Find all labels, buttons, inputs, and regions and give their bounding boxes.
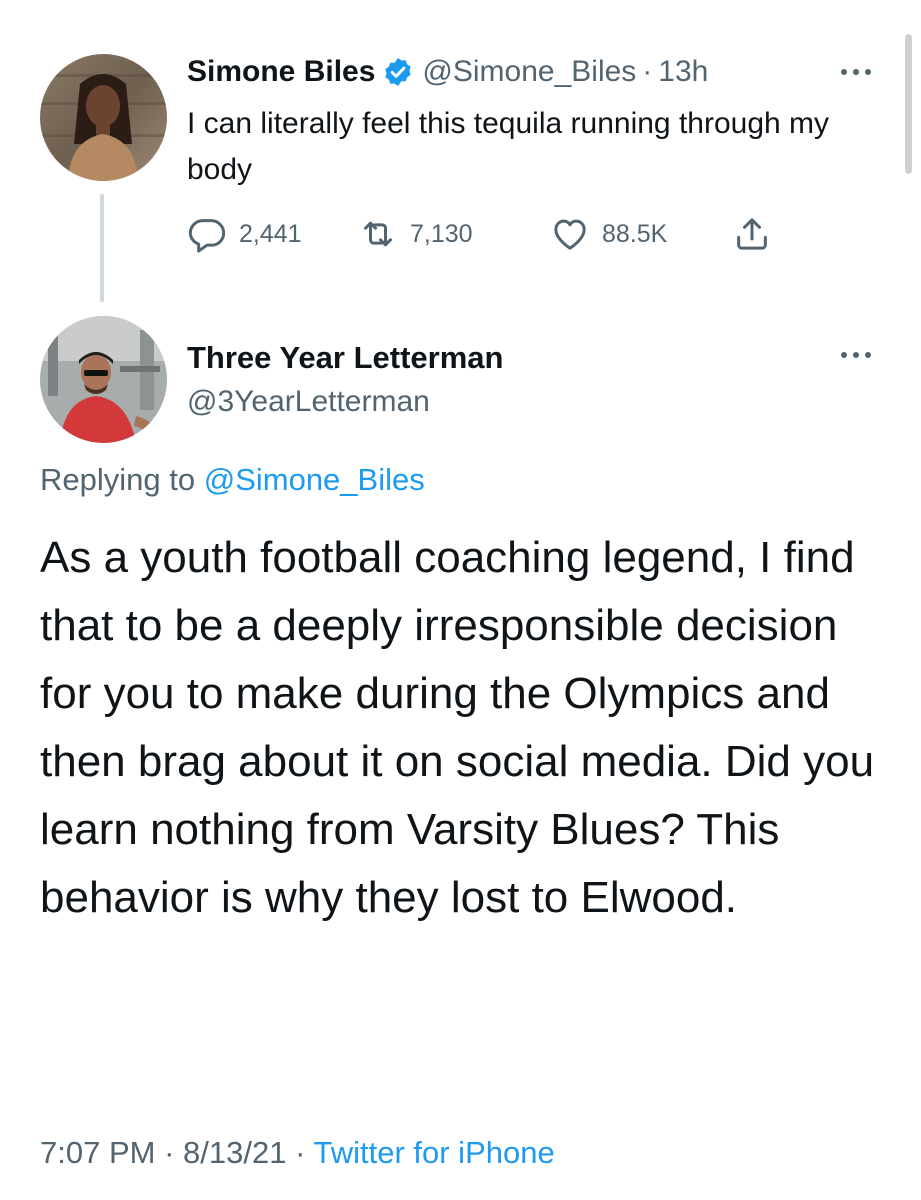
reply-author-handle[interactable]: @3YearLetterman — [187, 380, 430, 424]
like-count: 88.5K — [602, 219, 668, 248]
replying-to-line: Replying to @Simone_Biles — [40, 457, 425, 503]
share-icon — [737, 218, 767, 250]
replying-to-label: Replying to — [40, 462, 196, 497]
like-button[interactable]: 88.5K — [550, 212, 667, 256]
replying-to-handle-link[interactable]: @Simone_Biles — [204, 462, 425, 497]
retweet-icon — [364, 221, 392, 247]
tweet-footer-meta: 7:07 PM · 8/13/21 · Twitter for iPhone — [40, 1130, 555, 1176]
verified-badge-icon — [382, 56, 414, 88]
reply-tweet-text: As a youth football coaching legend, I f… — [40, 533, 875, 922]
tweet-actions-bar: 2,441 7,130 88.5K — [187, 212, 807, 256]
tweet-time[interactable]: 7:07 PM — [40, 1135, 155, 1170]
parent-tweet-text: I can literally feel this tequila runnin… — [187, 107, 830, 186]
footer-separator: · — [164, 1135, 175, 1170]
tweet-source-link[interactable]: Twitter for iPhone — [313, 1135, 554, 1170]
header-separator: · — [642, 55, 653, 88]
retweet-button[interactable]: 7,130 — [358, 212, 473, 256]
retweet-count: 7,130 — [410, 219, 473, 248]
scrollbar[interactable] — [905, 34, 912, 174]
footer-separator: · — [295, 1135, 306, 1170]
reply-count: 2,441 — [239, 219, 302, 248]
more-options-icon[interactable] — [836, 345, 876, 365]
reply-icon — [188, 219, 226, 253]
parent-author-name[interactable]: Simone Biles — [187, 50, 375, 94]
parent-tweet-header: Simone Biles @Simone_Biles · 13h — [187, 50, 708, 94]
heart-icon — [554, 219, 586, 250]
thread-connector-line — [100, 194, 104, 302]
more-options-icon[interactable] — [836, 62, 876, 82]
tweet-date[interactable]: 8/13/21 — [183, 1135, 286, 1170]
parent-handle[interactable]: @Simone_Biles — [422, 50, 636, 94]
avatar-photo-letterman — [40, 316, 167, 443]
simone-biles-avatar[interactable] — [40, 54, 167, 181]
reply-author-name[interactable]: Three Year Letterman — [187, 336, 503, 380]
share-button[interactable] — [732, 212, 772, 256]
three-year-letterman-avatar[interactable] — [40, 316, 167, 443]
avatar-photo-simone — [40, 54, 167, 181]
reply-button[interactable]: 2,441 — [187, 212, 302, 256]
parent-time-ago[interactable]: 13h — [658, 50, 708, 94]
